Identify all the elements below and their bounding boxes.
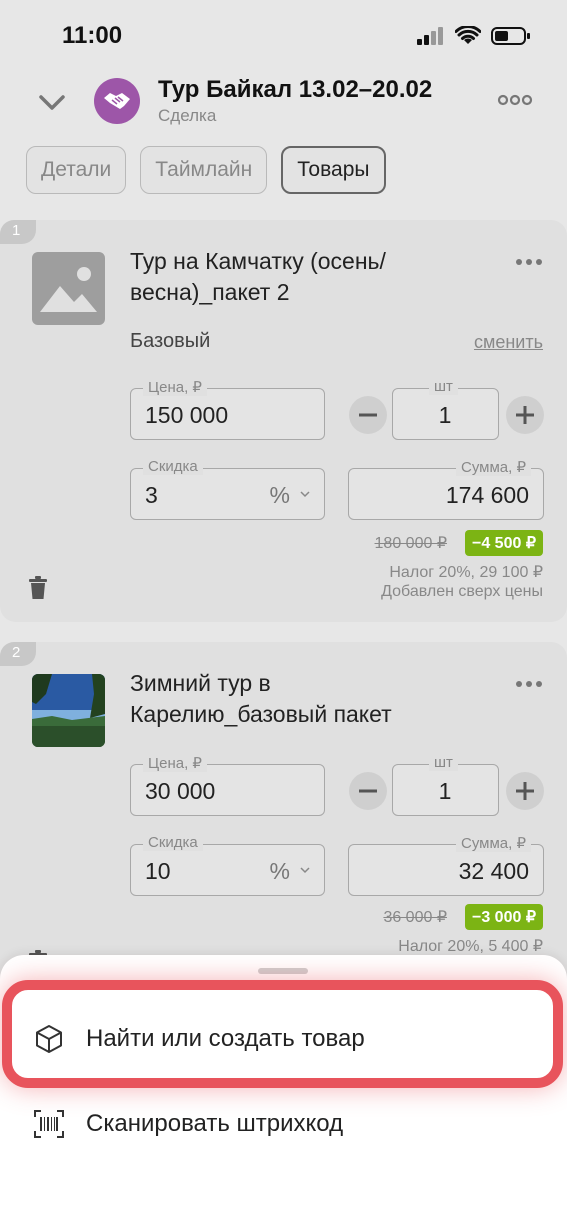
quantity-value: 1 (438, 402, 452, 428)
product-name[interactable]: Тур на Камчатку (осень/весна)_пакет 2 (130, 246, 470, 308)
quantity-field[interactable]: шт 1 (392, 754, 499, 816)
price-field[interactable]: Цена, ₽ 150 000 (130, 378, 325, 440)
added-note: Добавлен сверх цены (381, 583, 543, 600)
deal-title: Тур Байкал 13.02–20.02 (158, 76, 433, 103)
discount-field[interactable]: Скидка 10 % (130, 834, 325, 896)
trash-icon[interactable] (28, 576, 48, 600)
quantity-label: шт (429, 754, 458, 771)
more-options-icon[interactable] (497, 92, 533, 108)
chevron-down-icon[interactable] (300, 491, 310, 498)
tab-details[interactable]: Детали (26, 146, 127, 194)
change-variant-link[interactable]: сменить (474, 332, 543, 353)
price-label: Цена, ₽ (143, 754, 207, 772)
discount-label: Скидка (143, 458, 203, 475)
discount-value: 10 (145, 858, 171, 884)
more-options-icon[interactable] (515, 256, 543, 268)
price-value: 30 000 (145, 778, 216, 804)
sum-field[interactable]: Сумма, ₽ 174 600 (348, 458, 544, 520)
chevron-down-icon[interactable] (300, 867, 310, 874)
discount-amount-badge: −3 000 ₽ (464, 904, 543, 930)
scan-barcode-button[interactable]: Сканировать штрихкод (0, 1092, 567, 1156)
tax-line: Налог 20%, 5 400 ₽ (398, 938, 543, 955)
deal-header: Тур Байкал 13.02–20.02 Сделка (0, 70, 567, 140)
cube-icon (36, 1025, 62, 1053)
tax-line: Налог 20%, 29 100 ₽ (389, 564, 543, 581)
chevron-down-icon[interactable] (36, 88, 68, 116)
increment-button[interactable] (506, 772, 544, 810)
minus-icon (359, 413, 377, 417)
sum-label: Сумма, ₽ (455, 458, 531, 476)
discount-field[interactable]: Скидка 3 % (130, 458, 325, 520)
product-index-badge: 1 (0, 220, 36, 244)
increment-button[interactable] (506, 396, 544, 434)
deal-subtitle: Сделка (158, 106, 217, 125)
product-card: 1 Тур на Камчатку (осень/весна)_пакет 2 … (0, 220, 567, 622)
decrement-button[interactable] (349, 772, 387, 810)
discount-value: 3 (145, 482, 158, 508)
plus-icon (516, 782, 534, 800)
sum-label: Сумма, ₽ (455, 834, 531, 852)
sum-field[interactable]: Сумма, ₽ 32 400 (348, 834, 544, 896)
find-or-create-product-label: Найти или создать товар (86, 1025, 365, 1052)
price-field[interactable]: Цена, ₽ 30 000 (130, 754, 325, 816)
sheet-grabber[interactable] (258, 968, 308, 974)
discount-unit[interactable]: % (270, 858, 290, 885)
wifi-icon (455, 26, 481, 44)
quantity-field[interactable]: шт 1 (392, 378, 499, 440)
landscape-photo (32, 674, 105, 747)
tab-bar: Детали Таймлайн Товары (26, 146, 386, 194)
product-name[interactable]: Зимний тур в Карелию_базовый пакет (130, 668, 470, 730)
deal-avatar (94, 78, 140, 124)
barcode-icon (34, 1110, 64, 1138)
tab-timeline[interactable]: Таймлайн (140, 146, 268, 194)
product-variant: Базовый (130, 330, 211, 352)
quantity-label: шт (429, 378, 458, 395)
price-value: 150 000 (145, 402, 229, 428)
decrement-button[interactable] (349, 396, 387, 434)
product-image-placeholder[interactable] (32, 252, 105, 325)
discount-unit[interactable]: % (270, 482, 290, 509)
plus-icon (516, 406, 534, 424)
scan-barcode-label: Сканировать штрихкод (86, 1110, 344, 1137)
image-placeholder-icon (40, 267, 97, 312)
discount-amount-badge: −4 500 ₽ (464, 530, 543, 556)
product-image[interactable] (32, 674, 105, 747)
status-icons (417, 26, 531, 46)
cellular-signal-icon (417, 27, 443, 45)
old-price: 180 000 ₽ (374, 535, 447, 552)
quantity-value: 1 (438, 778, 452, 804)
old-price: 36 000 ₽ (383, 909, 447, 926)
sum-value: 174 600 (445, 482, 529, 508)
find-or-create-product-button[interactable]: Найти или создать товар (0, 1007, 567, 1071)
price-label: Цена, ₽ (143, 378, 207, 396)
sum-value: 32 400 (458, 858, 529, 884)
minus-icon (359, 789, 377, 793)
product-index-badge: 2 (0, 642, 36, 666)
tab-products[interactable]: Товары (281, 146, 386, 194)
discount-label: Скидка (143, 834, 203, 851)
battery-icon (491, 27, 530, 45)
status-time: 11:00 (62, 22, 123, 49)
status-bar: 11:00 (0, 0, 567, 70)
handshake-icon (104, 93, 130, 109)
more-options-icon[interactable] (515, 678, 543, 690)
